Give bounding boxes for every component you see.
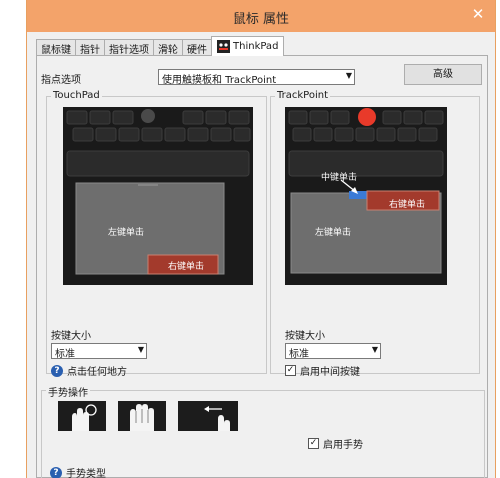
tab-hardware[interactable]: 硬件 (182, 39, 212, 56)
tab-pointer-options[interactable]: 指针选项 (104, 39, 154, 56)
trackpoint-button-size-select[interactable]: 标准 ▼ (285, 343, 381, 360)
trackpoint-group: TrackPoint 中键单击 左键单击 右键单击 按键大小 标准 ▼ ✓ 启用… (270, 90, 480, 378)
touchpad-left-click-label: 左键单击 (108, 228, 145, 238)
enable-gestures-checkbox[interactable]: ✓ (308, 438, 319, 449)
touchpad-group: TouchPad 左键单击 右键单击 按键大小 标准 ▼ ? 点击任何地方 (46, 90, 267, 378)
pointing-device-select-value: 使用触摸板和 TrackPoint (162, 75, 277, 86)
tab-thinkpad-label: ThinkPad (233, 41, 279, 52)
chevron-down-icon: ▼ (371, 345, 378, 354)
trackpoint-left-click-label: 左键单击 (315, 228, 352, 238)
gesture-group: 手势操作 ✓ 启用手势 ? 手势类型 (41, 384, 485, 478)
three-finger-gesture-icon (118, 401, 166, 431)
pointing-device-select[interactable]: 使用触摸板和 TrackPoint ▼ (158, 69, 355, 86)
chevron-down-icon: ▼ (345, 71, 352, 80)
trackpoint-middle-click-label: 中键单击 (321, 173, 358, 183)
touchpad-illustration: 左键单击 右键单击 (63, 107, 253, 285)
thinkpad-logo-icon (217, 40, 230, 53)
touchpad-button-size-value: 标准 (55, 349, 75, 360)
help-icon: ? (51, 364, 63, 377)
touchpad-group-title: TouchPad (51, 90, 102, 101)
gesture-three-finger-illustration (118, 401, 166, 431)
touchpad-button-size-select[interactable]: 标准 ▼ (51, 343, 147, 360)
title-bar[interactable]: 鼠标 属性 ✕ (27, 0, 495, 32)
rotate-gesture-icon (58, 401, 106, 431)
touchpad-right-click-label: 右键单击 (168, 262, 205, 272)
enable-middle-button-label: 启用中间按键 (300, 367, 360, 378)
trackpoint-illustration: 中键单击 左键单击 右键单击 (285, 107, 447, 285)
window-title: 鼠标 属性 (232, 12, 290, 27)
touchpad-help-link[interactable]: ? 点击任何地方 (51, 363, 127, 378)
gesture-group-title: 手势操作 (46, 384, 90, 399)
tab-wheel[interactable]: 滑轮 (153, 39, 183, 56)
gesture-rotate-illustration (58, 401, 106, 431)
enable-middle-button-checkbox[interactable]: ✓ (285, 365, 296, 376)
trackpoint-keyboard-icon (285, 107, 447, 285)
gesture-types-help-text: 手势类型 (66, 469, 106, 478)
enable-middle-button-row[interactable]: ✓ 启用中间按键 (285, 363, 360, 378)
gesture-types-help-link[interactable]: ? 手势类型 (50, 465, 106, 478)
trackpoint-right-click-label: 右键单击 (389, 200, 426, 210)
tab-strip: 鼠标键 指针 指针选项 滑轮 硬件 ThinkPad (36, 36, 285, 56)
enable-gestures-row[interactable]: ✓ 启用手势 (308, 436, 363, 451)
chevron-down-icon: ▼ (137, 345, 144, 354)
advanced-button[interactable]: 高级 (404, 64, 482, 85)
touchpad-help-text: 点击任何地方 (67, 367, 127, 378)
laptop-keyboard-icon (63, 107, 253, 285)
enable-gestures-label: 启用手势 (323, 440, 363, 451)
trackpoint-group-title: TrackPoint (275, 90, 330, 101)
trackpoint-button-size-label: 按键大小 (285, 331, 325, 342)
swipe-gesture-icon (178, 401, 238, 431)
tab-thinkpad[interactable]: ThinkPad (211, 36, 285, 56)
tab-pointers[interactable]: 指针 (75, 39, 105, 56)
mouse-properties-window: 鼠标 属性 ✕ 鼠标键 指针 指针选项 滑轮 硬件 ThinkPad 指点选项 … (26, 0, 496, 478)
pointing-options-label: 指点选项 (41, 75, 81, 86)
tab-buttons[interactable]: 鼠标键 (36, 39, 76, 56)
touchpad-button-size-label: 按键大小 (51, 331, 91, 342)
help-icon: ? (50, 466, 62, 478)
close-button[interactable]: ✕ (467, 4, 489, 24)
trackpoint-button-size-value: 标准 (289, 349, 309, 360)
thinkpad-panel: 指点选项 使用触摸板和 TrackPoint ▼ 高级 TouchPad 左键单… (36, 55, 488, 478)
gesture-swipe-illustration (178, 401, 238, 431)
